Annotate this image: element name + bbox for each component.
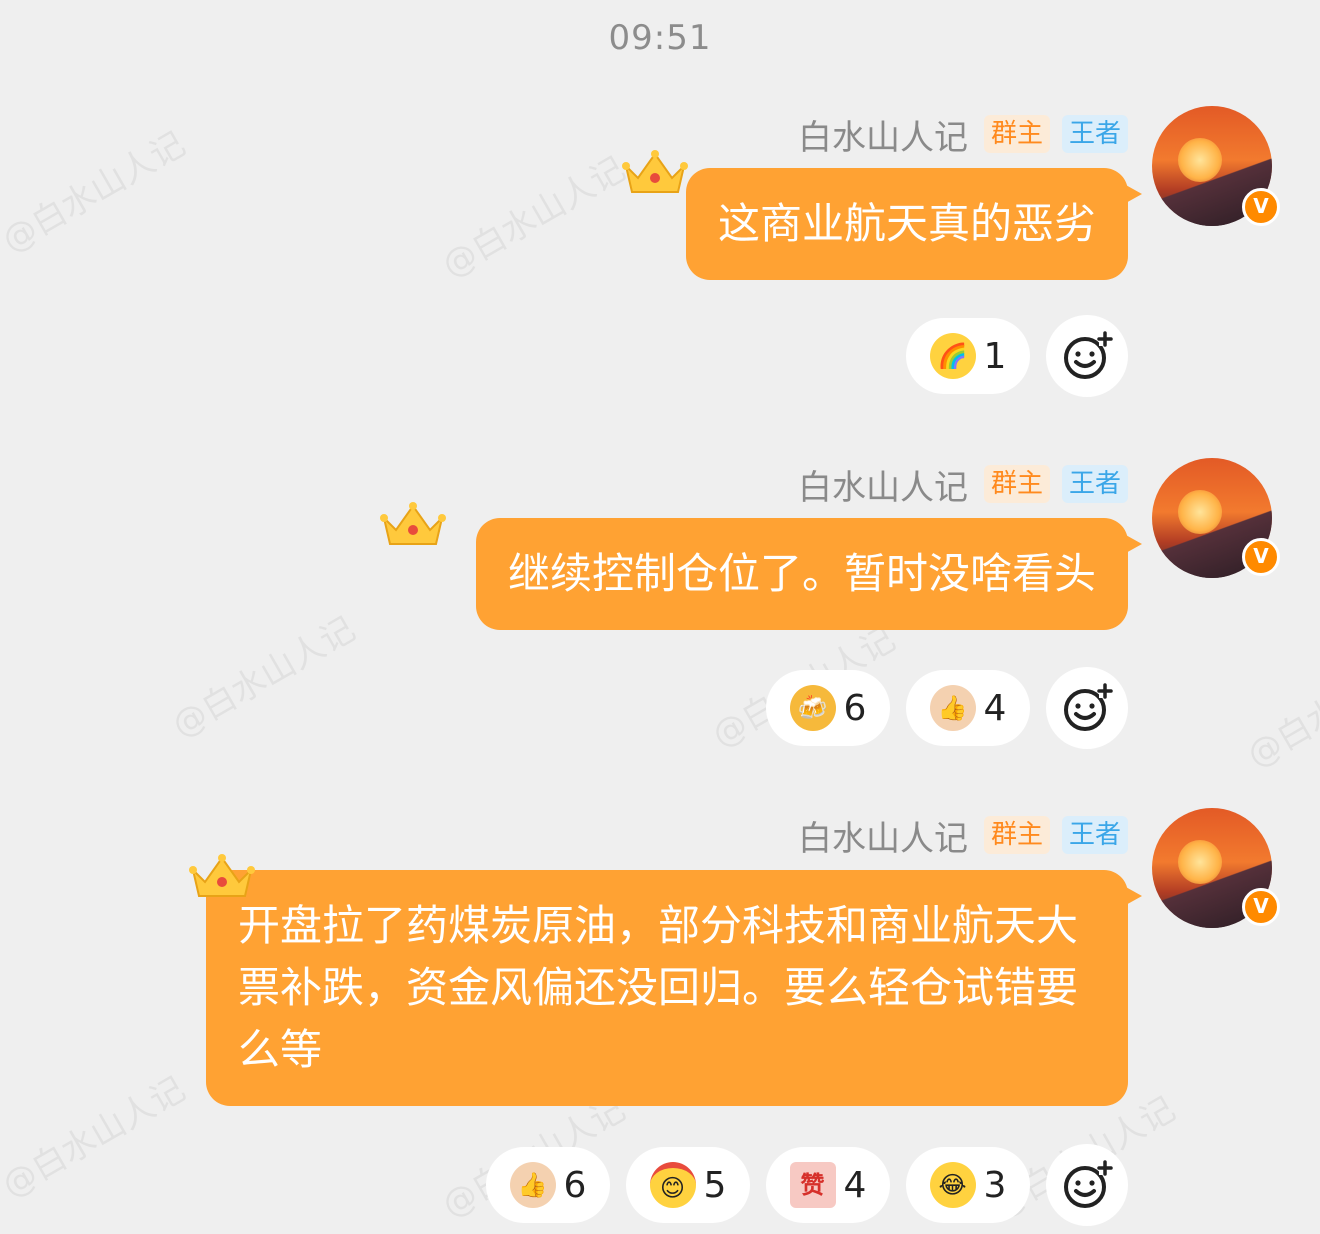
thumbs-up-emoji-icon: 👍 xyxy=(509,1162,556,1208)
verified-icon: V xyxy=(1242,888,1280,926)
reaction-pill[interactable]: 👍 4 xyxy=(906,670,1030,746)
reaction-count: 4 xyxy=(983,687,1007,729)
beer-cheers-emoji-icon: 🍻 xyxy=(789,685,836,731)
watermark: @白水山人记 xyxy=(435,149,633,286)
timestamp: 09:51 xyxy=(608,18,712,58)
add-reaction-button[interactable] xyxy=(1046,315,1128,397)
reaction-pill[interactable]: 😂 3 xyxy=(906,1147,1030,1223)
add-reaction-button[interactable] xyxy=(1046,667,1128,749)
reaction-pill[interactable]: 😊 5 xyxy=(626,1147,750,1223)
watermark: @白水山人记 xyxy=(165,609,363,746)
add-reaction-button[interactable] xyxy=(1046,1144,1128,1226)
message-meta: 白水山人记 群主 王者 xyxy=(798,815,1128,859)
watermark: @白水山人记 xyxy=(1240,639,1320,776)
rank-badge: 王者 xyxy=(1061,115,1128,153)
reaction-bar: 👍 6 😊 5 赞 4 😂 3 xyxy=(486,1147,1030,1223)
rank-badge: 王者 xyxy=(1061,465,1128,503)
crown-icon xyxy=(622,150,688,193)
reaction-pill[interactable]: 赞 4 xyxy=(766,1147,890,1223)
add-emoji-icon xyxy=(1064,683,1113,731)
reaction-count: 5 xyxy=(703,1164,727,1206)
crown-icon xyxy=(380,502,446,545)
reaction-count: 3 xyxy=(983,1164,1007,1206)
reaction-count: 1 xyxy=(983,335,1007,377)
message-bubble[interactable]: 这商业航天真的恶劣 xyxy=(685,168,1143,280)
laugh-cry-emoji-icon: 😂 xyxy=(929,1162,976,1208)
reaction-count: 4 xyxy=(843,1164,867,1206)
rank-badge: 王者 xyxy=(1061,816,1128,854)
verified-icon: V xyxy=(1242,188,1280,226)
reaction-bar: 🍻 6 👍 4 xyxy=(766,670,1030,746)
reaction-count: 6 xyxy=(843,687,867,729)
sender-name[interactable]: 白水山人记 xyxy=(798,460,968,509)
add-emoji-icon xyxy=(1064,331,1113,379)
add-emoji-icon xyxy=(1064,1160,1113,1208)
reaction-pill[interactable]: 🌈 1 xyxy=(906,318,1030,394)
sender-name[interactable]: 白水山人记 xyxy=(798,110,968,159)
reaction-pill[interactable]: 👍 6 xyxy=(486,1147,610,1223)
message-meta: 白水山人记 群主 王者 xyxy=(798,464,1128,508)
reaction-bar: 🌈 1 xyxy=(906,318,1030,394)
reaction-pill[interactable]: 🍻 6 xyxy=(766,670,890,746)
watermark: @白水山人记 xyxy=(0,124,193,261)
cheer-headband-emoji-icon: 😊 xyxy=(649,1162,696,1208)
owner-badge: 群主 xyxy=(983,465,1050,503)
sender-name[interactable]: 白水山人记 xyxy=(798,811,968,860)
watermark: @白水山人记 xyxy=(0,1069,193,1206)
message-bubble[interactable]: 继续控制仓位了。暂时没啥看头 xyxy=(475,518,1143,630)
reaction-count: 6 xyxy=(563,1164,587,1206)
zan-emoji-icon: 赞 xyxy=(789,1162,836,1208)
rainbow-vomit-emoji-icon: 🌈 xyxy=(929,333,976,379)
owner-badge: 群主 xyxy=(983,115,1050,153)
message-bubble[interactable]: 开盘拉了药煤炭原油，部分科技和商业航天大票补跌，资金风偏还没回归。要么轻仓试错要… xyxy=(206,870,1142,1106)
message-meta: 白水山人记 群主 王者 xyxy=(798,114,1128,158)
verified-icon: V xyxy=(1242,538,1280,576)
thumbs-up-emoji-icon: 👍 xyxy=(929,685,976,731)
crown-icon xyxy=(189,854,255,897)
owner-badge: 群主 xyxy=(983,816,1050,854)
